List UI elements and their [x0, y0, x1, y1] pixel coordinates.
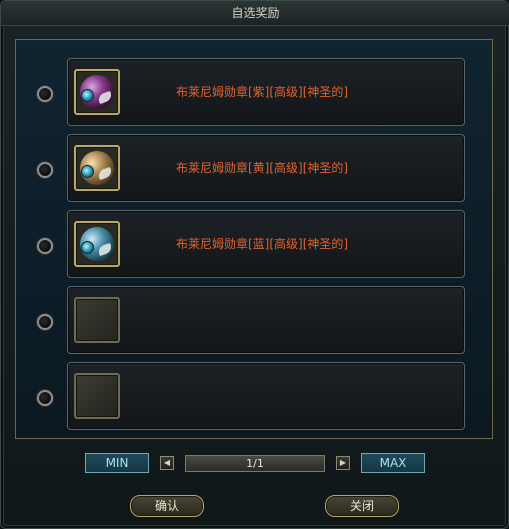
reward-option-card[interactable] — [67, 286, 465, 354]
item-slot[interactable] — [74, 221, 120, 267]
reward-row: 布莱尼姆勋章[蓝][高级][神圣的] — [1, 210, 509, 278]
reward-row — [1, 286, 509, 354]
item-slot[interactable] — [74, 145, 120, 191]
reward-row: 布莱尼姆勋章[黄][高级][神圣的] — [1, 134, 509, 202]
reward-option-card[interactable]: 布莱尼姆勋章[紫][高级][神圣的] — [67, 58, 465, 126]
reward-row — [1, 362, 509, 430]
pager: MIN ◀ 1/1 ▶ MAX — [1, 453, 509, 475]
item-slot[interactable] — [74, 69, 120, 115]
reward-radio-button[interactable] — [37, 86, 53, 102]
empty-item-slot[interactable] — [74, 297, 120, 343]
gem-icon — [81, 241, 94, 254]
close-button[interactable]: 关闭 — [325, 495, 399, 517]
item-name: 布莱尼姆勋章[蓝][高级][神圣的] — [176, 237, 349, 251]
prev-page-arrow-icon[interactable]: ◀ — [160, 456, 174, 470]
gem-icon — [81, 165, 94, 178]
reward-radio-button[interactable] — [37, 314, 53, 330]
empty-item-slot[interactable] — [74, 373, 120, 419]
reward-option-card[interactable]: 布莱尼姆勋章[蓝][高级][神圣的] — [67, 210, 465, 278]
reward-option-card[interactable]: 布莱尼姆勋章[黄][高级][神圣的] — [67, 134, 465, 202]
window-title: 自选奖励 — [1, 1, 509, 26]
reward-radio-button[interactable] — [37, 238, 53, 254]
wing-icon — [96, 242, 114, 257]
gem-icon — [81, 89, 94, 102]
reward-option-card[interactable] — [67, 362, 465, 430]
yellow-medal-icon — [80, 151, 114, 185]
max-button[interactable]: MAX — [361, 453, 425, 473]
wing-icon — [96, 166, 114, 181]
wing-icon — [96, 90, 114, 105]
reward-row: 布莱尼姆勋章[紫][高级][神圣的] — [1, 58, 509, 126]
min-button[interactable]: MIN — [85, 453, 149, 473]
reward-radio-button[interactable] — [37, 162, 53, 178]
next-page-arrow-icon[interactable]: ▶ — [336, 456, 350, 470]
blue-medal-icon — [80, 227, 114, 261]
item-name: 布莱尼姆勋章[紫][高级][神圣的] — [176, 85, 349, 99]
page-indicator: 1/1 — [185, 455, 325, 472]
reward-selection-window: 自选奖励 布莱尼姆勋章[紫][高级][神圣的] 布莱尼姆勋章[黄][高级][神圣… — [0, 0, 509, 529]
purple-medal-icon — [80, 75, 114, 109]
item-name: 布莱尼姆勋章[黄][高级][神圣的] — [176, 161, 349, 175]
reward-radio-button[interactable] — [37, 390, 53, 406]
confirm-button[interactable]: 确认 — [130, 495, 204, 517]
